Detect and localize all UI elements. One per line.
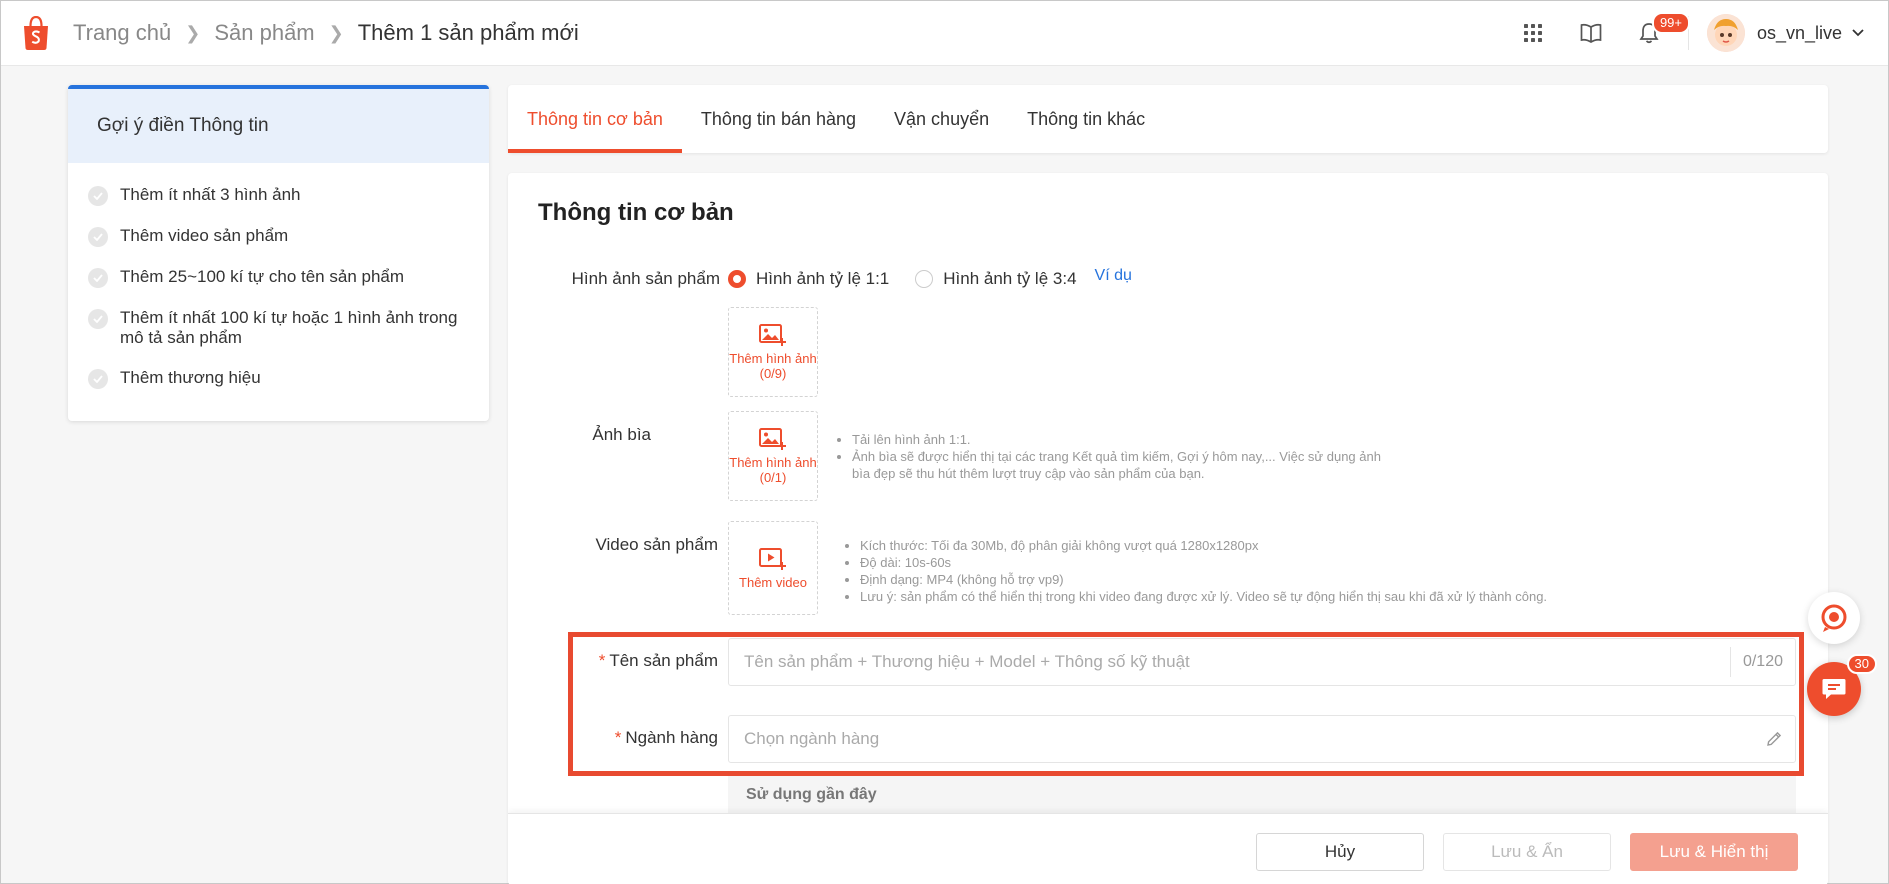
product-name-input[interactable]: Tên sản phẩm + Thương hiệu + Model + Thô… [728,638,1796,686]
support-chat-icon [1821,604,1847,632]
char-counter: 0/120 [1729,647,1795,677]
video-hint: Định dạng: MP4 (không hỗ trợ vp9) [860,571,1642,588]
required-asterisk: * [614,728,622,747]
form-footer: Hủy Lưu & Ẩn Lưu & Hiển thị [508,813,1828,884]
check-circle-icon [88,369,108,389]
header-actions: 99+ os_vn_live [1504,1,1888,65]
book-icon [1580,23,1602,43]
category-label: * Ngành hàng [548,728,718,748]
basic-info-form: Thông tin cơ bản Hình ảnh sản phẩm Hình … [508,173,1828,884]
form-tabs: Thông tin cơ bản Thông tin bán hàng Vận … [508,85,1828,153]
apps-grid-icon [1523,24,1542,42]
tab-shipping[interactable]: Vận chuyển [875,85,1008,153]
suggestion-text: Thêm ít nhất 100 kí tự hoặc 1 hình ảnh t… [120,308,458,347]
category-label-text: Ngành hàng [625,728,718,747]
tab-basic-info[interactable]: Thông tin cơ bản [508,85,682,153]
suggestion-text: Thêm video sản phẩm [120,226,289,245]
user-menu[interactable]: os_vn_live [1706,14,1888,52]
cover-hints: Tải lên hình ảnh 1:1. Ảnh bìa sẽ được hi… [834,431,1394,482]
chevron-right-icon: ❯ [328,22,344,43]
product-name-label: * Tên sản phẩm [548,651,718,671]
suggestion-item: Thêm ít nhất 100 kí tự hoặc 1 hình ảnh t… [88,308,489,348]
chat-bubble-icon [1822,679,1846,699]
page: Trang chủ ❯ Sản phẩm ❯ Thêm 1 sản phẩm m… [0,0,1889,884]
avatar-character-icon [1706,14,1745,52]
product-name-label-text: Tên sản phẩm [609,651,718,670]
add-video-label: Thêm video [739,574,807,590]
suggestion-text: Thêm ít nhất 3 hình ảnh [120,185,301,204]
section-title: Thông tin cơ bản [538,199,734,226]
category-placeholder: Chọn ngành hàng [744,729,880,748]
video-hint: Lưu ý: sản phẩm có thể hiển thị trong kh… [860,588,1642,605]
save-and-hide-button[interactable]: Lưu & Ẩn [1443,833,1611,871]
shopee-logo-icon[interactable] [21,16,51,50]
ratio-3-4-label: Hình ảnh tỷ lệ 3:4 [943,269,1077,288]
breadcrumb: Trang chủ ❯ Sản phẩm ❯ Thêm 1 sản phẩm m… [73,20,579,46]
username: os_vn_live [1756,22,1842,43]
suggestion-text: Thêm 25~100 kí tự cho tên sản phẩm [120,267,405,286]
radio-selected-icon [728,270,746,288]
save-and-publish-button[interactable]: Lưu & Hiển thị [1630,833,1798,871]
breadcrumb-current: Thêm 1 sản phẩm mới [357,20,579,45]
suggestion-item: Thêm 25~100 kí tự cho tên sản phẩm [88,267,489,288]
notification-button[interactable]: 99+ [1620,1,1690,65]
suggestion-text: Thêm thương hiệu [120,368,261,387]
breadcrumb-home[interactable]: Trang chủ [73,20,171,46]
product-name-placeholder: Tên sản phẩm + Thương hiệu + Model + Thô… [744,652,1190,671]
ratio-1-1-label: Hình ảnh tỷ lệ 1:1 [756,269,890,288]
breadcrumb-products[interactable]: Sản phẩm [214,20,314,46]
check-circle-icon [88,227,108,247]
pencil-edit-icon[interactable] [1765,730,1783,748]
add-cover-label: Thêm hình ảnh (0/1) [729,455,817,485]
suggestion-item: Thêm video sản phẩm [88,226,489,247]
suggestions-title: Gợi ý điền Thông tin [68,89,489,163]
chat-badge: 30 [1846,654,1877,674]
avatar [1706,14,1745,52]
fill-suggestions-card: Gợi ý điền Thông tin Thêm ít nhất 3 hình… [68,85,489,421]
tab-other-info[interactable]: Thông tin khác [1008,85,1164,153]
example-link[interactable]: Ví dụ [1095,267,1132,285]
top-bar: Trang chủ ❯ Sản phẩm ❯ Thêm 1 sản phẩm m… [1,1,1888,66]
product-video-label: Video sản phẩm [595,535,718,554]
suggestions-list: Thêm ít nhất 3 hình ảnh Thêm video sản p… [68,163,489,389]
category-select[interactable]: Chọn ngành hàng [728,715,1796,763]
add-images-label: Thêm hình ảnh (0/9) [729,351,817,381]
cancel-button[interactable]: Hủy [1256,833,1424,871]
add-video-icon [759,547,786,570]
check-circle-icon [88,268,108,288]
image-ratio-options: Hình ảnh tỷ lệ 1:1 Hình ảnh tỷ lệ 3:4 Ví… [728,267,1132,289]
video-hint: Độ dài: 10s-60s [860,554,1642,571]
cover-image-label: Ảnh bìa [592,425,651,444]
ratio-1-1-option[interactable]: Hình ảnh tỷ lệ 1:1 [728,269,889,289]
cover-hint: Ảnh bìa sẽ được hiển thị tại các trang K… [852,448,1394,482]
add-image-icon [759,428,786,450]
product-images-label: Hình ảnh sản phẩm [571,269,720,288]
radio-empty-icon [915,270,934,288]
cover-hint: Tải lên hình ảnh 1:1. [852,431,1394,448]
chevron-right-icon: ❯ [185,22,201,43]
check-circle-icon [88,309,108,329]
suggestion-item: Thêm thương hiệu [88,368,489,389]
notification-badge: 99+ [1651,12,1690,34]
support-button[interactable] [1808,592,1860,644]
check-circle-icon [88,186,108,206]
add-product-images-button[interactable]: Thêm hình ảnh (0/9) [728,307,818,397]
video-hint: Kích thước: Tối đa 30Mb, độ phân giải kh… [860,537,1642,554]
required-asterisk: * [598,651,606,670]
suggestion-item: Thêm ít nhất 3 hình ảnh [88,185,489,206]
add-image-icon [759,324,786,346]
video-hints: Kích thước: Tối đa 30Mb, độ phân giải kh… [842,537,1642,605]
chat-button[interactable]: 30 [1807,654,1877,716]
chevron-down-icon [1852,29,1864,37]
recent-categories-header: Sử dụng gần đây [728,775,1796,815]
apps-grid-button[interactable] [1504,1,1562,65]
tab-sales-info[interactable]: Thông tin bán hàng [682,85,875,153]
ratio-3-4-option[interactable]: Hình ảnh tỷ lệ 3:4 [915,269,1077,289]
add-cover-image-button[interactable]: Thêm hình ảnh (0/1) [728,411,818,501]
add-video-button[interactable]: Thêm video [728,521,818,615]
learning-book-button[interactable] [1562,1,1620,65]
